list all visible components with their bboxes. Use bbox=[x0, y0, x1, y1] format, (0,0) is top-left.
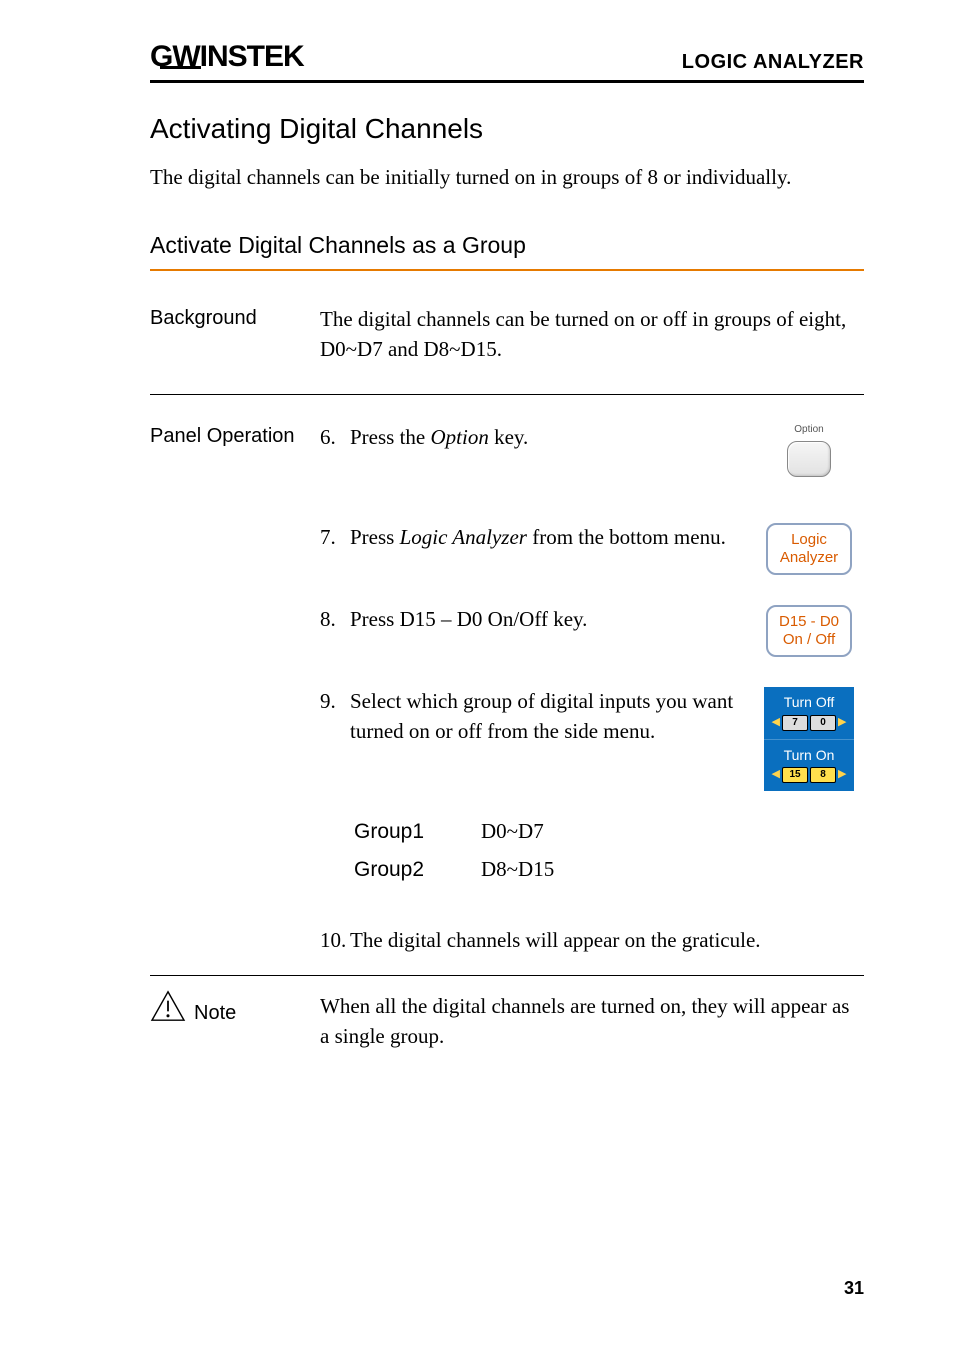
side-menu: Turn Off ◀ 7 0 ▶ Turn On ◀ bbox=[764, 687, 854, 791]
step-9-num: 9. bbox=[320, 687, 350, 746]
logic-analyzer-button-wrap: Logic Analyzer bbox=[754, 523, 864, 575]
d15-d0-button[interactable]: D15 - D0 On / Off bbox=[766, 605, 852, 657]
step-10-num: 10. bbox=[320, 926, 350, 955]
logic-analyzer-button-l2: Analyzer bbox=[772, 549, 846, 567]
step-6-num: 6. bbox=[320, 423, 350, 452]
warning-icon bbox=[150, 990, 186, 1022]
panel-operation-body: 6. Press the Option key. Option bbox=[320, 423, 864, 477]
side-menu-turn-off[interactable]: Turn Off ◀ 7 0 ▶ bbox=[764, 687, 854, 740]
note-row: Note When all the digital channels are t… bbox=[150, 992, 864, 1051]
panel-operation-row: Panel Operation 6. Press the Option key.… bbox=[150, 423, 864, 477]
group-1-range: D0~D7 bbox=[481, 817, 544, 846]
page-header: GW INSTEK LOGIC ANALYZER bbox=[150, 40, 864, 83]
separator bbox=[150, 394, 864, 395]
side-menu-wrap: Turn Off ◀ 7 0 ▶ Turn On ◀ bbox=[754, 687, 864, 791]
step-7-body: Press Logic Analyzer from the bottom men… bbox=[350, 523, 734, 552]
chip-8: 8 bbox=[810, 767, 836, 783]
step-10-body-col: 10. The digital channels will appear on … bbox=[320, 926, 864, 955]
background-row: Background The digital channels can be t… bbox=[150, 305, 864, 364]
step-9: 9. Select which group of digital inputs … bbox=[320, 687, 864, 791]
arrow-right-icon: ▶ bbox=[838, 767, 846, 783]
step-9-body: Select which group of digital inputs you… bbox=[350, 687, 734, 746]
group-row-2: Group2 D8~D15 bbox=[354, 855, 864, 884]
chip-0: 0 bbox=[810, 715, 836, 731]
step-7-row: 7. Press Logic Analyzer from the bottom … bbox=[150, 523, 864, 575]
side-menu-turn-on-label: Turn On bbox=[768, 747, 850, 765]
group-2-name: Group2 bbox=[354, 855, 449, 884]
step-8: 8. Press D15 – D0 On/Off key. D15 - D0 O… bbox=[320, 605, 864, 657]
step-8-body-col: 8. Press D15 – D0 On/Off key. D15 - D0 O… bbox=[320, 605, 864, 657]
arrow-left-icon: ◀ bbox=[772, 715, 780, 731]
step-10-body: The digital channels will appear on the … bbox=[350, 926, 864, 955]
step-7-post: from the bottom menu. bbox=[527, 525, 726, 549]
note-label-col: Note bbox=[150, 992, 320, 1025]
brand-logo: GW INSTEK bbox=[150, 40, 304, 74]
step-7-body-col: 7. Press Logic Analyzer from the bottom … bbox=[320, 523, 864, 575]
turn-off-chip-row: ◀ 7 0 ▶ bbox=[768, 715, 850, 731]
d15-d0-button-l2: On / Off bbox=[772, 631, 846, 649]
d15-d0-button-l1: D15 - D0 bbox=[772, 613, 846, 631]
step-8-num: 8. bbox=[320, 605, 350, 634]
step-6-em: Option bbox=[431, 425, 489, 449]
background-text: The digital channels can be turned on or… bbox=[320, 305, 864, 364]
d15-d0-button-wrap: D15 - D0 On / Off bbox=[754, 605, 864, 657]
group-1-name: Group1 bbox=[354, 817, 449, 846]
chip-7: 7 bbox=[782, 715, 808, 731]
step-7-em: Logic Analyzer bbox=[400, 525, 527, 549]
arrow-left-icon: ◀ bbox=[772, 767, 780, 783]
intro-text: The digital channels can be initially tu… bbox=[150, 163, 864, 192]
section-title: Activate Digital Channels as a Group bbox=[150, 232, 864, 259]
turn-on-chip-row: ◀ 15 8 ▶ bbox=[768, 767, 850, 783]
spacer bbox=[150, 605, 320, 607]
step-8-text: 8. Press D15 – D0 On/Off key. bbox=[320, 605, 734, 634]
step-7-pre: Press bbox=[350, 525, 400, 549]
spacer bbox=[150, 687, 320, 689]
option-key: Option bbox=[787, 423, 831, 477]
step-6-pre: Press the bbox=[350, 425, 431, 449]
panel-operation-label: Panel Operation bbox=[150, 423, 320, 448]
group-2-range: D8~D15 bbox=[481, 855, 554, 884]
side-menu-turn-off-label: Turn Off bbox=[768, 694, 850, 712]
page: GW INSTEK LOGIC ANALYZER Activating Digi… bbox=[0, 0, 954, 1349]
chip-15: 15 bbox=[782, 767, 808, 783]
step-8-body: Press D15 – D0 On/Off key. bbox=[350, 605, 734, 634]
logic-analyzer-button[interactable]: Logic Analyzer bbox=[766, 523, 852, 575]
step-9-text: 9. Select which group of digital inputs … bbox=[320, 687, 734, 746]
spacer bbox=[150, 523, 320, 525]
note-label: Note bbox=[194, 992, 236, 1025]
step-9-body-col: 9. Select which group of digital inputs … bbox=[320, 687, 864, 791]
spacer bbox=[150, 926, 320, 928]
group-table-row: Group1 D0~D7 Group2 D8~D15 bbox=[150, 811, 864, 914]
background-label: Background bbox=[150, 305, 320, 330]
step-7-text: 7. Press Logic Analyzer from the bottom … bbox=[320, 523, 734, 552]
spacer bbox=[150, 811, 320, 813]
group-table: Group1 D0~D7 Group2 D8~D15 bbox=[354, 817, 864, 884]
step-6-post: key. bbox=[489, 425, 528, 449]
step-7-num: 7. bbox=[320, 523, 350, 552]
separator bbox=[150, 975, 864, 976]
group-table-col: Group1 D0~D7 Group2 D8~D15 bbox=[320, 811, 864, 914]
option-key-label: Option bbox=[794, 423, 823, 437]
step-6-body: Press the Option key. bbox=[350, 423, 734, 452]
step-9-row: 9. Select which group of digital inputs … bbox=[150, 687, 864, 791]
step-6-text: 6. Press the Option key. bbox=[320, 423, 734, 452]
page-title: Activating Digital Channels bbox=[150, 113, 864, 145]
group-row-1: Group1 D0~D7 bbox=[354, 817, 864, 846]
side-menu-turn-on[interactable]: Turn On ◀ 15 8 ▶ bbox=[764, 740, 854, 792]
logic-analyzer-button-l1: Logic bbox=[772, 531, 846, 549]
note-text: When all the digital channels are turned… bbox=[320, 992, 864, 1051]
arrow-right-icon: ▶ bbox=[838, 715, 846, 731]
header-category: LOGIC ANALYZER bbox=[682, 51, 864, 74]
step-10-text: 10. The digital channels will appear on … bbox=[320, 926, 864, 955]
step-8-row: 8. Press D15 – D0 On/Off key. D15 - D0 O… bbox=[150, 605, 864, 657]
option-key-group: Option bbox=[754, 423, 864, 477]
step-6: 6. Press the Option key. Option bbox=[320, 423, 864, 477]
section-rule bbox=[150, 269, 864, 271]
step-7: 7. Press Logic Analyzer from the bottom … bbox=[320, 523, 864, 575]
page-number: 31 bbox=[844, 1278, 864, 1299]
step-10-row: 10. The digital channels will appear on … bbox=[150, 926, 864, 955]
option-key-button[interactable] bbox=[787, 441, 831, 477]
